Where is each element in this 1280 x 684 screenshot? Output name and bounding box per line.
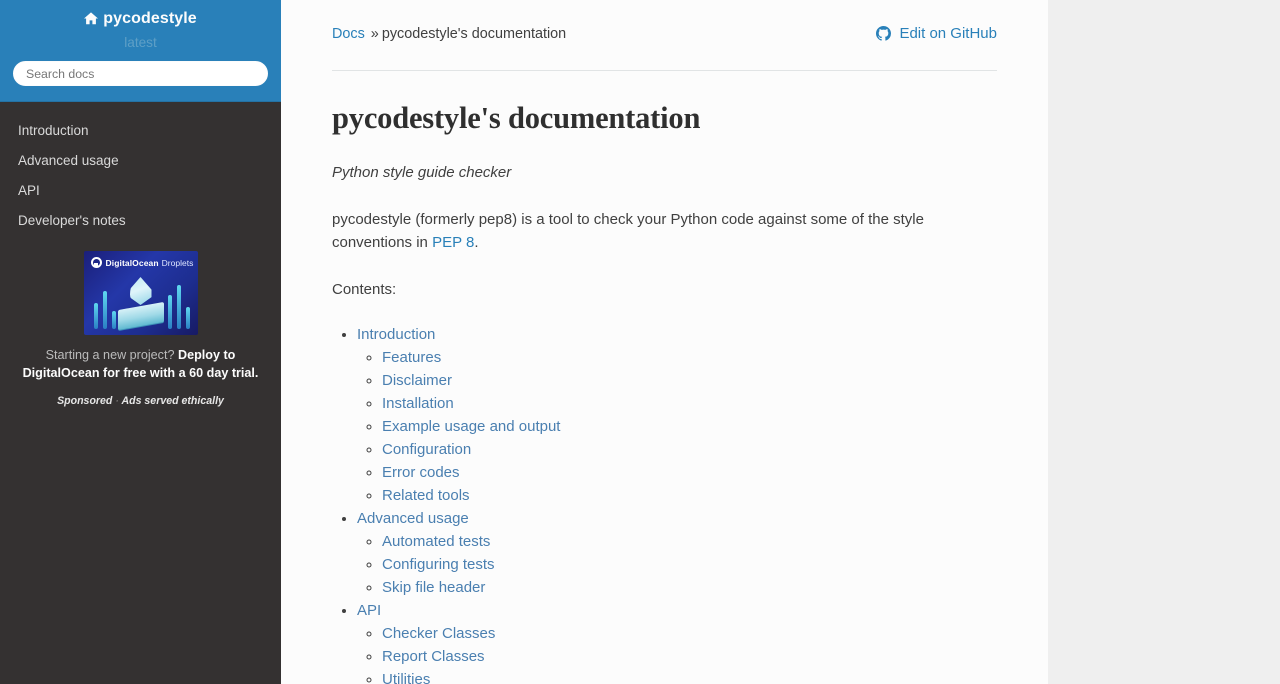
toc-sublist: Automated tests Configuring tests Skip f… bbox=[357, 530, 997, 599]
toc-link-skip-file-header[interactable]: Skip file header bbox=[382, 576, 485, 599]
content-area: Docs» pycodestyle's documentation Edit on… bbox=[281, 0, 1048, 684]
sidebar-link-api[interactable]: API bbox=[0, 176, 281, 206]
ad-decor-cube-upper bbox=[117, 301, 164, 331]
ad-ethical-label[interactable]: Ads served ethically bbox=[121, 395, 223, 407]
search-form bbox=[0, 61, 281, 86]
toc-subitem[interactable]: Configuration bbox=[382, 438, 997, 461]
toc-link-installation[interactable]: Installation bbox=[382, 392, 454, 415]
sidebar-item-api[interactable]: API bbox=[0, 176, 281, 206]
ad-decor-bar bbox=[167, 295, 172, 329]
toc-subitem[interactable]: Disclaimer bbox=[382, 369, 997, 392]
toc-link-configuration[interactable]: Configuration bbox=[382, 438, 471, 461]
digitalocean-logo: DigitalOcean Droplets bbox=[90, 257, 194, 268]
breadcrumb-bar: Docs » pycodestyle's documentation Edit on… bbox=[281, 0, 1048, 71]
toc-link-utilities[interactable]: Utilities bbox=[382, 668, 430, 684]
toc-subitem[interactable]: Configuring tests bbox=[382, 553, 997, 576]
toc-link-api[interactable]: API bbox=[357, 599, 381, 622]
toc-subitem[interactable]: Features bbox=[382, 346, 997, 369]
toc-link-checker-classes[interactable]: Checker Classes bbox=[382, 622, 495, 645]
toc-item[interactable]: API Checker Classes Report Classes Utili… bbox=[357, 599, 997, 684]
toc-subitem[interactable]: Report Classes bbox=[382, 645, 997, 668]
toc-link-introduction[interactable]: Introduction bbox=[357, 323, 435, 346]
sidebar-link-introduction[interactable]: Introduction bbox=[0, 116, 281, 146]
ad-decor-bar bbox=[102, 291, 107, 329]
ad-meta-separator: · bbox=[115, 395, 119, 407]
ad-decor-bar bbox=[176, 285, 181, 329]
brand-home-link[interactable]: pycodestyle bbox=[84, 9, 197, 31]
toc-sublist: Checker Classes Report Classes Utilities bbox=[357, 622, 997, 684]
page-root: pycodestyle latest Introduction Advanced… bbox=[0, 0, 1280, 684]
ad-sponsored-label: Sponsored bbox=[57, 395, 113, 407]
ad-banner-image[interactable]: DigitalOcean Droplets bbox=[83, 251, 198, 335]
document-body: pycodestyle's documentation Python style… bbox=[281, 99, 1048, 684]
brand-row: pycodestyle bbox=[0, 0, 281, 31]
sidebar-header: pycodestyle latest bbox=[0, 0, 281, 102]
toc-subitem[interactable]: Automated tests bbox=[382, 530, 997, 553]
home-icon bbox=[84, 11, 99, 31]
toc-link-advanced-usage[interactable]: Advanced usage bbox=[357, 507, 469, 530]
ad-text-light: Starting a new project? bbox=[45, 348, 175, 362]
ad-decor-bar bbox=[111, 311, 116, 329]
page-title: pycodestyle's documentation bbox=[332, 101, 701, 135]
ad-banner-brand: DigitalOcean bbox=[105, 257, 159, 268]
sidebar-item-advanced-usage[interactable]: Advanced usage bbox=[0, 146, 281, 176]
toc-link-report-classes[interactable]: Report Classes bbox=[382, 645, 485, 668]
toc-subitem[interactable]: Skip file header bbox=[382, 576, 997, 599]
toc-link-error-codes[interactable]: Error codes bbox=[382, 461, 460, 484]
github-icon bbox=[876, 26, 895, 45]
toc-subitem[interactable]: Example usage and output bbox=[382, 415, 997, 438]
intro-prefix: pycodestyle (formerly pep8) is a tool to… bbox=[332, 211, 924, 251]
sidebar-link-advanced-usage[interactable]: Advanced usage bbox=[0, 146, 281, 176]
sidebar-item-introduction[interactable]: Introduction bbox=[0, 116, 281, 146]
toc-subitem[interactable]: Installation bbox=[382, 392, 997, 415]
toc-subitem[interactable]: Related tools bbox=[382, 484, 997, 507]
toc-link-example-usage-and-output[interactable]: Example usage and output bbox=[382, 415, 560, 438]
breadcrumb-separator: » bbox=[370, 26, 379, 42]
toc-link-configuring-tests[interactable]: Configuring tests bbox=[382, 553, 495, 576]
digitalocean-mark-icon bbox=[90, 257, 102, 268]
version-label: latest bbox=[124, 35, 157, 50]
ad-text[interactable]: Starting a new project? Deploy to Digita… bbox=[18, 346, 263, 382]
sidebar-link-developers-notes[interactable]: Developer's notes bbox=[0, 206, 281, 236]
toc-sublist: Features Disclaimer Installation Example… bbox=[357, 346, 997, 507]
table-of-contents: Introduction Features Disclaimer Install… bbox=[332, 323, 997, 684]
edit-on-github-label: Edit on GitHub bbox=[899, 25, 997, 42]
toc-item[interactable]: Introduction Features Disclaimer Install… bbox=[357, 323, 997, 507]
sidebar-item-developers-notes[interactable]: Developer's notes bbox=[0, 206, 281, 236]
search-input[interactable] bbox=[13, 61, 268, 86]
ad-decor-bar bbox=[185, 307, 190, 329]
breadcrumb-divider bbox=[332, 70, 997, 71]
edit-on-github-link[interactable]: Edit on GitHub bbox=[876, 24, 997, 47]
brand-label: pycodestyle bbox=[103, 10, 197, 27]
contents-label: Contents: bbox=[332, 281, 397, 298]
toc-link-features[interactable]: Features bbox=[382, 346, 441, 369]
ad-decor-bar bbox=[93, 303, 98, 329]
toc-link-automated-tests[interactable]: Automated tests bbox=[382, 530, 490, 553]
toc-link-related-tools[interactable]: Related tools bbox=[382, 484, 470, 507]
page-subtitle: Python style guide checker bbox=[332, 164, 512, 181]
sidebar: pycodestyle latest Introduction Advanced… bbox=[0, 0, 281, 684]
toc-item[interactable]: Advanced usage Automated tests Configuri… bbox=[357, 507, 997, 599]
ad-banner-product: Droplets bbox=[161, 257, 194, 268]
toc-subitem[interactable]: Checker Classes bbox=[382, 622, 997, 645]
intro-suffix: . bbox=[474, 234, 479, 251]
ad-meta: Sponsored · Ads served ethically bbox=[18, 395, 263, 407]
pep8-link[interactable]: PEP 8 bbox=[432, 234, 474, 251]
toc-subitem[interactable]: Utilities bbox=[382, 668, 997, 684]
intro-paragraph: pycodestyle (formerly pep8) is a tool to… bbox=[332, 208, 997, 254]
toc-subitem[interactable]: Error codes bbox=[382, 461, 997, 484]
droplet-icon bbox=[129, 277, 152, 305]
sidebar-nav: Introduction Advanced usage API Develope… bbox=[0, 102, 281, 236]
toc-link-disclaimer[interactable]: Disclaimer bbox=[382, 369, 452, 392]
breadcrumb-current: pycodestyle's documentation bbox=[381, 26, 567, 42]
sponsored-ad[interactable]: DigitalOcean Droplets Starting a new pro… bbox=[0, 251, 281, 417]
breadcrumb-root-link[interactable]: Docs bbox=[332, 26, 365, 42]
